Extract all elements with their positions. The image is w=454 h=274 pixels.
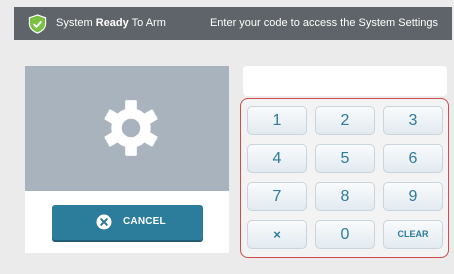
key-1[interactable]: 1 bbox=[247, 106, 307, 135]
gear-icon bbox=[104, 100, 158, 156]
system-status: System Ready To Arm bbox=[56, 17, 166, 29]
arm-keypad-screen: System Ready To Arm Enter your code to a… bbox=[0, 0, 454, 274]
status-bar: System Ready To Arm Enter your code to a… bbox=[14, 7, 452, 40]
key-0[interactable]: 0 bbox=[315, 220, 375, 249]
key-2[interactable]: 2 bbox=[315, 106, 375, 135]
key-clear[interactable]: CLEAR bbox=[383, 220, 443, 249]
cancel-label: CANCEL bbox=[123, 216, 166, 227]
key-7[interactable]: 7 bbox=[247, 182, 307, 211]
key-3[interactable]: 3 bbox=[383, 106, 443, 135]
cancel-button[interactable]: CANCEL bbox=[52, 205, 203, 240]
keypad: 1 2 3 4 5 6 7 8 9 × 0 CLEAR bbox=[240, 98, 449, 258]
code-input[interactable] bbox=[243, 66, 447, 96]
access-hint: Enter your code to access the System Set… bbox=[209, 17, 438, 29]
key-backspace[interactable]: × bbox=[247, 220, 307, 249]
close-circle-icon bbox=[96, 214, 112, 230]
key-8[interactable]: 8 bbox=[315, 182, 375, 211]
key-4[interactable]: 4 bbox=[247, 144, 307, 173]
key-5[interactable]: 5 bbox=[315, 144, 375, 173]
shield-check-icon bbox=[28, 14, 47, 34]
settings-panel bbox=[25, 66, 229, 191]
status-ready: Ready bbox=[95, 17, 129, 29]
status-suffix: To Arm bbox=[131, 17, 166, 29]
key-6[interactable]: 6 bbox=[383, 144, 443, 173]
key-9[interactable]: 9 bbox=[383, 182, 443, 211]
status-prefix: System bbox=[56, 17, 93, 29]
